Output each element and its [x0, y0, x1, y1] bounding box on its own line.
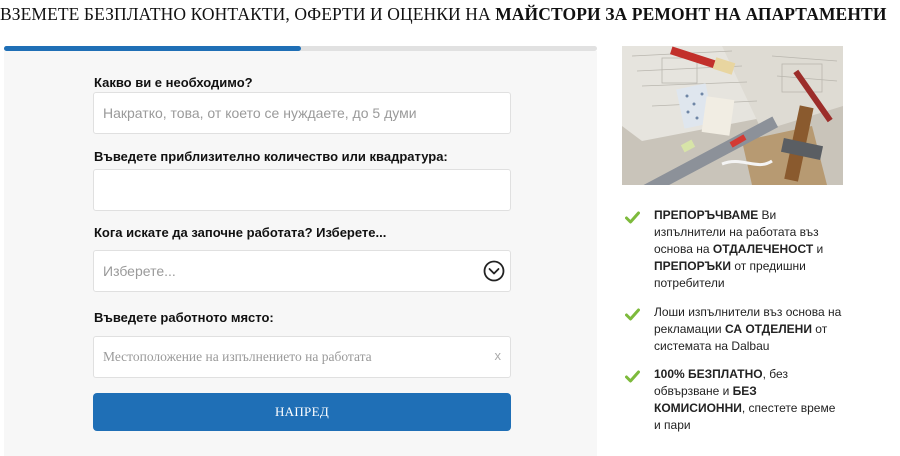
start-select-value: Изберете...	[103, 263, 176, 279]
quantity-label: Въведете приблизително количество или кв…	[94, 149, 448, 164]
check-icon	[625, 211, 640, 224]
benefit-emphasis: ПРЕПОРЪКИ	[654, 259, 731, 273]
check-icon	[625, 370, 640, 383]
form-panel: Какво ви е необходимо? Въведете приблизи…	[4, 51, 597, 456]
benefit-item: ПРЕПОРЪЧВАМЕ Ви изпълнители на работата …	[654, 207, 844, 292]
quantity-input[interactable]	[93, 169, 511, 211]
location-label: Въведете работното място:	[94, 310, 274, 325]
headline-bold: МАЙСТОРИ ЗА РЕМОНТ НА АПАРТАМЕНТИ	[495, 4, 887, 24]
benefit-emphasis: СА ОТДЕЛЕНИ	[724, 322, 812, 336]
page-headline: ВЗЕМЕТЕ БЕЗПЛАТНО КОНТАКТИ, ОФЕРТИ И ОЦЕ…	[0, 4, 900, 25]
start-label: Кога искате да започне работата? Изберет…	[94, 225, 387, 240]
renovation-tools-image	[622, 46, 843, 185]
need-label: Какво ви е необходимо?	[94, 75, 253, 90]
benefit-item: Лоши изпълнители въз основа на рекламаци…	[654, 304, 844, 355]
benefit-item: 100% БЕЗПЛАТНО, без обвързване и БЕЗ КОМ…	[654, 366, 844, 434]
renovation-tools-photo	[622, 46, 843, 185]
benefit-emphasis: ОТДАЛЕЧЕНОСТ	[712, 242, 814, 256]
clear-icon[interactable]: x	[495, 348, 502, 363]
need-input[interactable]	[93, 92, 511, 134]
benefit-emphasis: ПРЕПОРЪЧВАМЕ	[654, 208, 759, 222]
chevron-down-icon	[483, 260, 505, 282]
headline-normal: ВЗЕМЕТЕ БЕЗПЛАТНО КОНТАКТИ, ОФЕРТИ И ОЦЕ…	[0, 4, 496, 24]
location-input[interactable]	[93, 336, 511, 378]
benefit-text: и	[813, 242, 824, 256]
check-icon	[625, 308, 640, 321]
benefit-emphasis: 100% БЕЗПЛАТНО	[654, 367, 763, 381]
start-select[interactable]: Изберете...	[93, 250, 511, 292]
next-button[interactable]: НАПРЕД	[93, 393, 511, 431]
